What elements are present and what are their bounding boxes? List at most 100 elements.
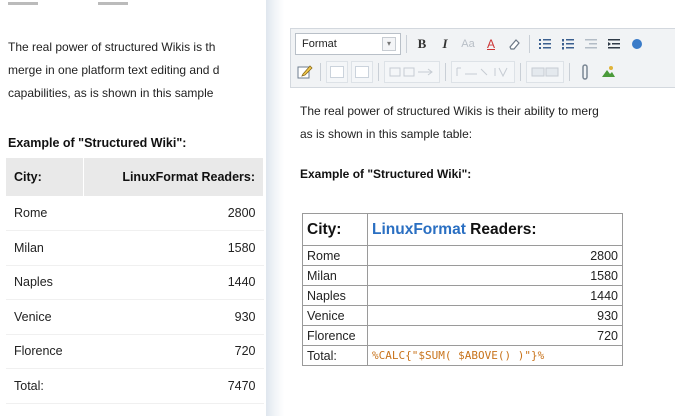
- editor-intro-text: The real power of structured Wikis is th…: [300, 100, 675, 146]
- format-dropdown[interactable]: Format ▾: [295, 33, 401, 55]
- column-header-city[interactable]: City:: [6, 158, 85, 196]
- pane-divider-shadow: [266, 0, 284, 416]
- toolbar-separator: [378, 63, 379, 81]
- table-row: Milan 1580: [6, 230, 264, 266]
- text-color-button[interactable]: A: [481, 33, 501, 55]
- rendered-intro-text: The real power of structured Wikis is th…: [8, 36, 268, 105]
- rendered-example-heading: Example of "Structured Wiki":: [8, 136, 187, 150]
- circle-icon: [632, 39, 642, 49]
- bold-button[interactable]: B: [412, 33, 432, 55]
- cell-readers: 1580: [83, 230, 264, 266]
- column-header-readers[interactable]: LinuxFormat Readers:: [367, 213, 623, 246]
- editor-document-area[interactable]: The real power of structured Wikis is th…: [300, 100, 675, 366]
- table-grid-icon: [531, 67, 559, 77]
- indent-button[interactable]: [604, 33, 624, 55]
- wysiwyg-editor-pane: Format ▾ B I Aa A The real power of stru…: [284, 0, 675, 416]
- cell-readers: 930: [83, 299, 264, 335]
- table-row-button[interactable]: [326, 61, 348, 83]
- edit-source-button[interactable]: [295, 61, 315, 83]
- table-icon: [355, 66, 369, 78]
- cell-total-value: 7470: [83, 368, 264, 404]
- rendered-view-pane: The real power of structured Wikis is th…: [0, 0, 268, 416]
- cut-off-top-text: [8, 0, 248, 6]
- insert-row-button[interactable]: [384, 61, 440, 83]
- bullet-list-button[interactable]: [535, 33, 555, 55]
- cell-readers[interactable]: 1580: [367, 265, 623, 286]
- toolbar-separator: [520, 63, 521, 81]
- intro-line: The real power of structured Wikis is th…: [300, 104, 599, 118]
- column-header-readers[interactable]: LinuxFormat Readers:: [83, 158, 264, 196]
- cell-city: Venice: [6, 299, 84, 335]
- cell-city[interactable]: Florence: [302, 325, 368, 346]
- cell-readers[interactable]: 720: [367, 325, 623, 346]
- table-row: Naples 1440: [6, 265, 264, 300]
- cell-city[interactable]: Venice: [302, 305, 368, 326]
- toolbar-row-1: Format ▾ B I Aa A: [295, 32, 647, 56]
- table-row: Venice 930: [6, 299, 264, 335]
- image-icon: [602, 66, 615, 77]
- more-toolbar-button[interactable]: [627, 33, 647, 55]
- table-col-button[interactable]: [351, 61, 373, 83]
- intro-line: capabilities, as is shown in this sample: [8, 86, 214, 100]
- intro-line: merge in one platform text editing and d: [8, 63, 220, 77]
- cell-readers: 2800: [83, 196, 264, 231]
- toolbar-separator: [320, 63, 321, 81]
- indent-icon: [608, 39, 620, 49]
- insert-row-icon: [389, 67, 433, 77]
- editable-readers-table[interactable]: City: LinuxFormat Readers: Rome 2800 Mil…: [302, 213, 623, 366]
- rendered-readers-table: City: LinuxFormat Readers: Rome 2800 Mil…: [6, 158, 264, 404]
- readers-header-text: Readers:: [465, 220, 537, 238]
- outdent-button[interactable]: [581, 33, 601, 55]
- cell-readers: 720: [83, 334, 264, 369]
- table-row-total: Total: 7470: [6, 368, 264, 404]
- cell-readers[interactable]: 1440: [367, 285, 623, 306]
- cell-total-label[interactable]: Total:: [302, 345, 368, 366]
- pencil-page-icon: [297, 65, 313, 79]
- cell-city[interactable]: Rome: [302, 245, 368, 266]
- cell-city: Milan: [6, 230, 84, 266]
- table-row-total: Total: %CALC{"$SUM( $ABOVE() )"}%: [302, 345, 623, 366]
- toolbar-separator: [529, 35, 530, 53]
- eraser-icon: [509, 39, 520, 50]
- outdent-icon: [585, 39, 597, 49]
- intro-line: The real power of structured Wikis is th: [8, 40, 216, 54]
- table-row: Milan 1580: [302, 265, 623, 286]
- cell-city: Florence: [6, 334, 84, 369]
- table-row: Rome 2800: [6, 196, 264, 231]
- toolbar-separator: [569, 63, 570, 81]
- variable-icon: [456, 67, 508, 78]
- bullet-list-icon: [539, 39, 551, 49]
- toolbar-row-2: [295, 60, 618, 84]
- chevron-down-icon: ▾: [382, 37, 396, 51]
- cell-city: Naples: [6, 265, 84, 300]
- table-row: Florence 720: [6, 334, 264, 369]
- paperclip-icon: [582, 64, 588, 80]
- insert-image-button[interactable]: [598, 61, 618, 83]
- remove-format-button[interactable]: [504, 33, 524, 55]
- cell-city[interactable]: Naples: [302, 285, 368, 306]
- cut-off-top-control: [292, 0, 672, 4]
- cell-readers[interactable]: 2800: [367, 245, 623, 266]
- table-header-row: City: LinuxFormat Readers:: [6, 158, 264, 196]
- column-header-city[interactable]: City:: [302, 213, 368, 246]
- numbered-list-icon: [562, 39, 574, 50]
- italic-button[interactable]: I: [435, 33, 455, 55]
- attach-button[interactable]: [575, 61, 595, 83]
- cell-readers[interactable]: 930: [367, 305, 623, 326]
- cell-readers: 1440: [83, 265, 264, 300]
- editor-example-heading: Example of "Structured Wiki":: [300, 167, 472, 181]
- toolbar-separator: [445, 63, 446, 81]
- cell-city[interactable]: Milan: [302, 265, 368, 286]
- table-header-row: City: LinuxFormat Readers:: [302, 213, 623, 246]
- numbered-list-button[interactable]: [558, 33, 578, 55]
- cell-total-formula[interactable]: %CALC{"$SUM( $ABOVE() )"}%: [367, 345, 623, 366]
- table-row: Rome 2800: [302, 245, 623, 266]
- insert-variable-button[interactable]: [451, 61, 515, 83]
- toolbar-separator: [406, 35, 407, 53]
- font-size-button[interactable]: Aa: [458, 33, 478, 55]
- table-icon: [330, 66, 344, 78]
- insert-table-button[interactable]: [526, 61, 564, 83]
- table-row: Venice 930: [302, 305, 623, 326]
- editor-toolbar: Format ▾ B I Aa A: [290, 28, 675, 88]
- cell-total-label: Total:: [6, 368, 84, 404]
